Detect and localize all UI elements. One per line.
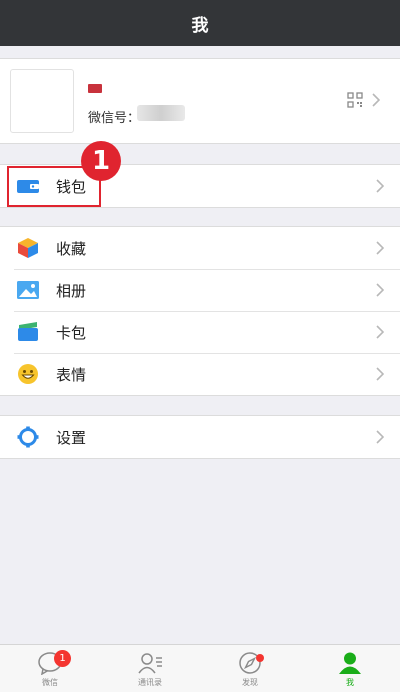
qr-code-icon[interactable] [347, 92, 363, 108]
tab-contacts[interactable]: 通讯录 [100, 645, 200, 692]
menu-item-label: 相册 [56, 281, 87, 300]
favorites-cube-icon [18, 238, 38, 258]
wechat-id-blurred [137, 105, 185, 121]
tab-label: 微信 [42, 678, 58, 687]
tab-label: 我 [346, 678, 354, 687]
menu-item-card-pack[interactable]: 卡包 [0, 311, 400, 353]
step-number-badge: 1 [81, 141, 121, 181]
new-dot-badge [256, 654, 264, 662]
menu-item-settings[interactable]: 设置 [0, 416, 400, 458]
profile-card[interactable]: 微信号： [0, 58, 400, 144]
menu-item-album[interactable]: 相册 [0, 269, 400, 311]
menu-item-label: 表情 [56, 365, 87, 384]
chevron-right-icon [376, 241, 384, 255]
chevron-right-icon [376, 283, 384, 297]
menu-item-stickers[interactable]: 表情 [0, 353, 400, 395]
sticker-smile-icon [18, 364, 38, 384]
title-bar: 我 [0, 0, 400, 46]
nickname-flag-icon [88, 84, 102, 93]
chevron-right-icon [376, 325, 384, 339]
contacts-icon [138, 653, 162, 674]
bottom-tab-bar: 1 微信 通讯录 发现 我 [0, 644, 400, 692]
tab-label: 发现 [242, 678, 258, 687]
album-icon [17, 281, 39, 299]
chevron-right-icon [376, 430, 384, 444]
page-title: 我 [191, 15, 209, 36]
tab-me[interactable]: 我 [300, 645, 400, 692]
avatar[interactable] [10, 69, 74, 133]
settings-section: 设置 [0, 415, 400, 459]
tab-discover[interactable]: 发现 [200, 645, 300, 692]
chevron-right-icon [376, 179, 384, 193]
wechat-id-label: 微信号： [88, 111, 141, 126]
menu-item-favorites[interactable]: 收藏 [0, 227, 400, 269]
unread-badge: 1 [54, 650, 71, 667]
menu-section: 收藏 相册 卡包 表情 [0, 226, 400, 396]
menu-item-label: 收藏 [56, 239, 87, 258]
tab-label: 通讯录 [138, 678, 162, 687]
person-icon [339, 652, 361, 674]
chevron-right-icon [372, 93, 380, 107]
tab-chats[interactable]: 1 微信 [0, 645, 100, 692]
menu-item-label: 设置 [56, 428, 87, 447]
card-pack-icon [18, 322, 38, 341]
menu-item-label: 卡包 [56, 323, 87, 342]
gear-icon [17, 426, 39, 448]
chevron-right-icon [376, 367, 384, 381]
